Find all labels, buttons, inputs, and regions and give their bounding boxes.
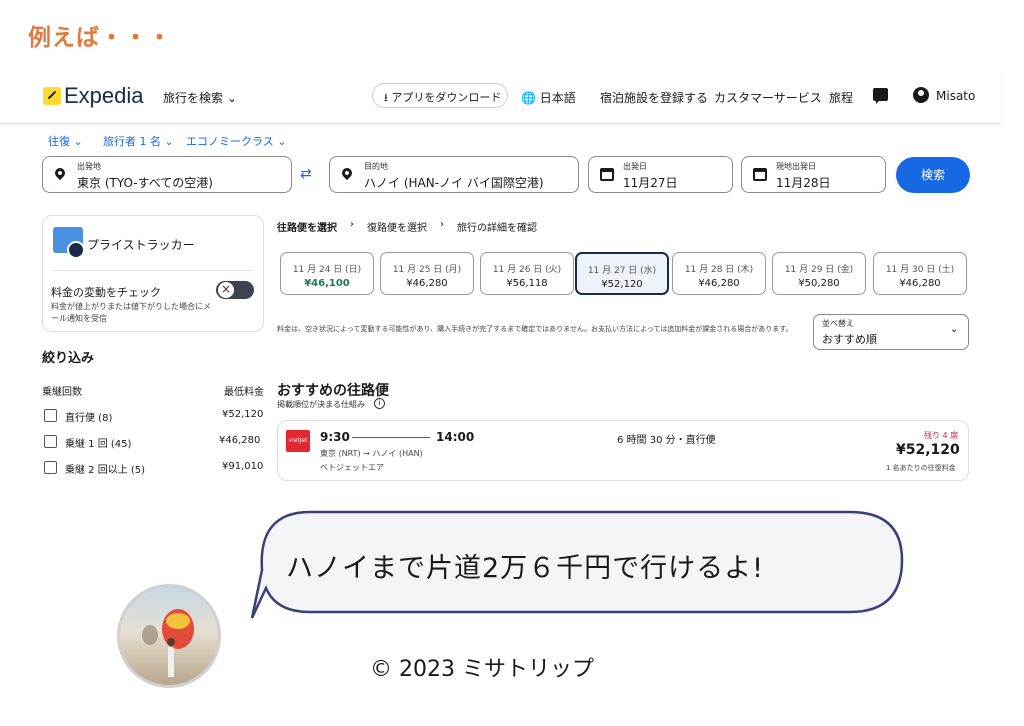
depart-date-field[interactable]: 出発日 11月27日 [588,156,733,193]
breadcrumb-separator: › [350,219,354,230]
date-card-price: ¥50,280 [798,278,840,289]
price-note: 1 名あたりの往復料金 [886,464,956,472]
chat-icon[interactable] [873,88,888,104]
airline-logo: vietjet [286,430,310,452]
flight-duration: 6 時間 30 分・直行便 [617,435,716,446]
origin-field[interactable]: 出発地 東京 (TYO-すべての空港) [42,156,292,193]
location-pin-icon [339,165,355,181]
date-card-date: 11 月 27 日 (水) [587,266,657,276]
calendar-icon [753,168,767,181]
copyright-text: © 2023 ミサトリップ [370,657,594,682]
breadcrumb-step-outbound: 往路便を選択 [277,223,337,234]
filter-price: ¥46,280 [219,435,261,446]
divider [53,270,253,271]
date-card-price: ¥56,118 [506,278,548,289]
depart-time: 9:30 [320,430,350,444]
price-tracker-title: プライストラッカー [87,238,195,252]
origin-value: 東京 (TYO-すべての空港) [77,176,213,190]
date-card-price: ¥52,120 [601,279,643,290]
depart-label: 出発日 [623,162,647,171]
price-tracker-description: 料金が値上がりまたは値下がりした場合にメール通知を受信 [51,302,211,323]
register-property-link[interactable]: 宿泊施設を登録する [600,89,708,106]
swap-icon[interactable]: ⇄ [300,166,312,182]
cabin-class-select[interactable]: エコノミークラス ⌄ [186,133,287,149]
expedia-logo-icon[interactable] [43,87,61,105]
breadcrumb-separator: › [440,219,444,230]
filter-checkbox-direct[interactable] [44,409,57,422]
date-card-date: 11 月 24 日 (日) [292,265,362,275]
arrive-time: 14:00 [436,430,475,444]
date-card[interactable]: 11 月 24 日 (日) ¥46,100 [280,252,374,295]
return-date-field[interactable]: 現地出発日 11月28日 [741,156,886,193]
date-card-price: ¥46,280 [406,278,448,289]
language-selector[interactable]: 🌐 日本語 [521,89,576,106]
date-card-date: 11 月 29 日 (金) [784,265,854,275]
customer-service-link[interactable]: カスタマーサービス [714,89,822,106]
flight-route: 東京 (NRT) → ハノイ (HAN) [320,449,423,458]
location-pin-icon [52,165,68,181]
account-icon[interactable] [913,87,929,103]
date-card-date: 11 月 25 日 (月) [392,265,462,275]
date-card-date: 11 月 30 日 (土) [885,265,955,275]
filters-title: 絞り込み [42,351,95,366]
flight-line [352,437,430,438]
date-card[interactable]: 11 月 25 日 (月) ¥46,280 [380,252,474,295]
calendar-icon [600,168,614,181]
brand-name[interactable]: Expedia [64,83,144,109]
min-price-header: 最低料金 [224,387,264,398]
destination-value: ハノイ (HAN-ノイ バイ国際空港) [364,176,544,190]
chevron-down-icon[interactable]: ⌄ [950,324,958,335]
filter-label[interactable]: 乗継 2 回以上 (5) [65,461,145,476]
filter-price: ¥91,010 [222,461,264,472]
ranking-info-link[interactable]: 掲載順位が決まる仕組み [277,399,365,410]
date-card-date: 11 月 26 日 (火) [492,265,562,275]
date-card[interactable]: 11 月 26 日 (火) ¥56,118 [480,252,574,295]
sort-value[interactable]: おすすめ順 [822,331,877,347]
date-card-price: ¥46,280 [899,278,941,289]
destination-field[interactable]: 目的地 ハノイ (HAN-ノイ バイ国際空港) [329,156,579,193]
sort-label: 並べ替え [822,319,854,328]
breadcrumb-step-review: 旅行の詳細を確認 [457,223,537,234]
trips-link[interactable]: 旅程 [829,89,853,106]
app-download-label[interactable]: ⭳ アプリをダウンロード [384,89,501,108]
search-travel-menu[interactable]: 旅行を検索 ⌄ [163,89,237,106]
destination-label: 目的地 [364,162,388,171]
caption-title: 例えば・・・ [28,25,172,51]
date-card[interactable]: 11 月 30 日 (土) ¥46,280 [873,252,967,295]
price-tracker-subtitle: 料金の変動をチェック [51,286,161,299]
breadcrumb-step-return: 復路便を選択 [367,223,427,234]
filter-checkbox-one-stop[interactable] [44,435,57,448]
date-card-price: ¥46,100 [304,278,350,289]
origin-label: 出発地 [77,162,101,171]
filter-price: ¥52,120 [222,409,264,420]
date-card[interactable]: 11 月 28 日 (木) ¥46,280 [672,252,766,295]
travelers-select[interactable]: 旅行者 1 名 ⌄ [103,133,174,149]
search-button[interactable]: 検索 [896,157,970,193]
seats-left-badge: 残り 4 席 [924,431,959,440]
info-icon[interactable]: i [374,398,385,409]
filter-label[interactable]: 直行便 (8) [65,409,112,424]
bubble-message: ハノイまで片道2万６千円で行けるよ! [286,553,765,584]
date-card[interactable]: 11 月 29 日 (金) ¥50,280 [772,252,866,295]
avatar [117,584,221,688]
return-value: 11月28日 [776,176,831,190]
recommended-title: おすすめの往路便 [277,383,389,399]
return-label: 現地出発日 [776,162,816,171]
filter-checkbox-two-plus-stops[interactable] [44,461,57,474]
stops-header: 乗継回数 [42,387,82,398]
price-notice: 料金は、空き状況によって変動する可能性があり、購入手続きが完了するまで確定ではあ… [277,325,793,333]
flight-price: ¥52,120 [896,442,960,458]
price-tracker-icon [53,227,85,259]
date-card-selected[interactable]: 11 月 27 日 (水) ¥52,120 [575,252,669,295]
user-name[interactable]: Misato [936,89,975,103]
date-card-date: 11 月 28 日 (木) [684,265,754,275]
airline-name: ベトジェットエア [320,463,384,472]
date-card-price: ¥46,280 [698,278,740,289]
trip-type-select[interactable]: 往復 ⌄ [48,133,83,149]
filter-label[interactable]: 乗継 1 回 (45) [65,435,131,450]
depart-value: 11月27日 [623,176,678,190]
price-tracker-toggle[interactable] [216,281,254,299]
